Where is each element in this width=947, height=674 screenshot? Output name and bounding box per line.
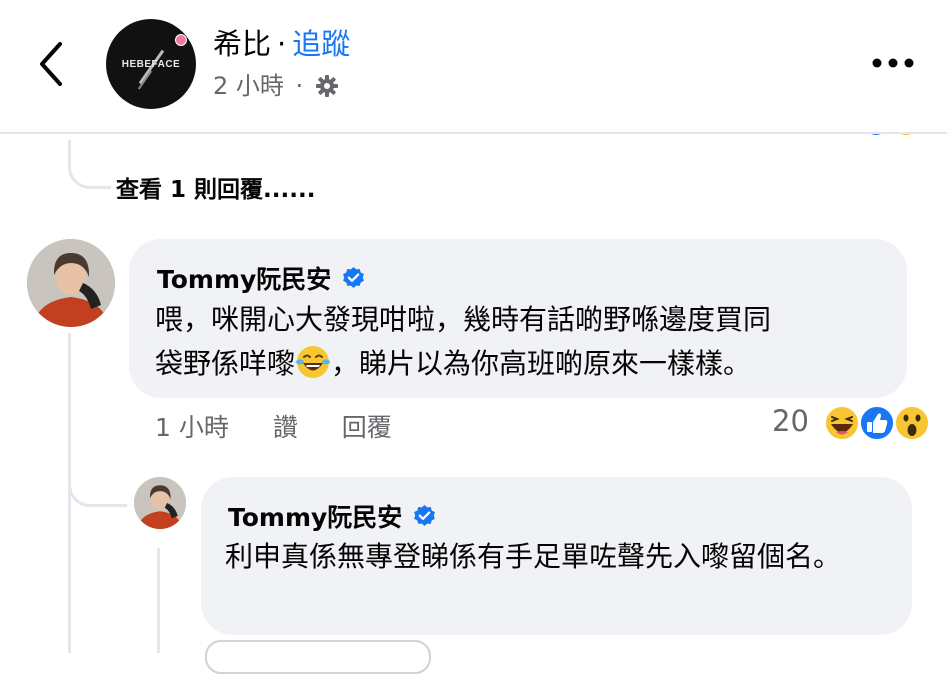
comment-actions: 1 小時 讚 回覆 <box>155 408 428 444</box>
profile-photo <box>134 477 186 529</box>
wow-reaction-icon <box>894 405 930 441</box>
author-name[interactable]: Tommy阮民安 <box>228 498 402 534</box>
comment-time[interactable]: 1 小時 <box>155 413 229 442</box>
avatar[interactable] <box>134 477 186 529</box>
like-reaction-icon <box>859 405 895 441</box>
follow-button[interactable]: 追蹤 <box>292 27 350 61</box>
reply-button[interactable]: 回覆 <box>342 413 392 442</box>
back-button[interactable] <box>30 36 74 92</box>
reaction-count[interactable]: 20 <box>772 404 809 438</box>
comment-text-segment: 袋野係咩嚟 <box>155 347 296 380</box>
page-avatar[interactable]: HEBEFACE <box>106 19 196 109</box>
separator-dot: · <box>277 27 287 61</box>
comment-text: 喂，咪開心大發現咁啦，幾時有話啲野喺邊度買同 袋野係咩嚟 ，睇片以為你高班啲原來… <box>155 298 895 386</box>
embedded-preview[interactable] <box>205 640 431 674</box>
comment-author[interactable]: Tommy阮民安 <box>228 498 437 534</box>
separator-dot: · <box>295 72 304 100</box>
page-title-line: 希比 · 追蹤 <box>213 26 350 62</box>
page-name[interactable]: 希比 <box>213 27 271 61</box>
thread-connector <box>68 140 111 189</box>
thread-connector <box>157 548 160 653</box>
page-logo-text: HEBEFACE <box>121 59 181 70</box>
verified-badge-icon <box>414 504 436 526</box>
header-divider <box>0 132 947 134</box>
comment-author[interactable]: Tommy阮民安 <box>157 260 366 296</box>
more-horizontal-icon <box>872 58 914 68</box>
profile-photo <box>27 239 115 327</box>
post-meta: 2 小時 · <box>213 70 339 102</box>
like-button[interactable]: 讚 <box>273 413 298 442</box>
author-name[interactable]: Tommy阮民安 <box>157 260 331 296</box>
comment-text-line: 喂，咪開心大發現咁啦，幾時有話啲野喺邊度買同 <box>155 303 772 336</box>
chevron-left-icon <box>40 42 62 86</box>
comment-text: 利申真係無專登睇係有手足單咗聲先入嚟留個名。 <box>225 540 842 573</box>
haha-reaction-icon <box>824 405 860 441</box>
laughing-tears-emoji-icon <box>296 346 331 378</box>
thread-connector <box>68 460 127 507</box>
more-options-button[interactable] <box>868 50 918 76</box>
avatar[interactable] <box>27 239 115 327</box>
verified-badge-icon <box>343 266 365 288</box>
comment-text-segment: ，睇片以為你高班啲原來一樣樣。 <box>331 347 752 380</box>
story-dot <box>175 34 187 46</box>
comment-text-line: 袋野係咩嚟 ，睇片以為你高班啲原來一樣樣。 <box>155 342 895 386</box>
gear-icon <box>315 75 338 97</box>
post-time[interactable]: 2 小時 <box>213 72 284 100</box>
view-replies-link[interactable]: 查看 1 則回覆...... <box>116 170 315 204</box>
reaction-icons[interactable] <box>822 403 932 443</box>
